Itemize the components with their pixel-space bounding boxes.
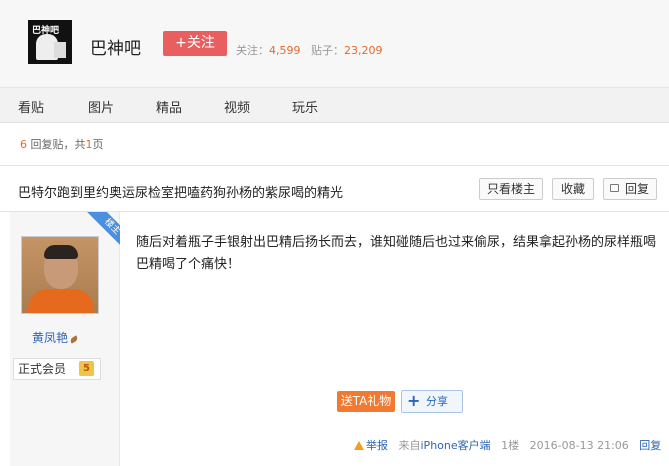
nav-item-posts[interactable]: 看贴 [18,97,44,116]
post-meta: 举报 来自iPhone客户端 1楼 2016-08-13 21:06 回复 [354,437,661,453]
post-count-label: 贴子： [311,44,344,57]
reply-count: 6 [20,138,27,151]
bar-nav: 看贴 图片 精品 视频 玩乐 [0,87,669,123]
warning-icon [354,441,364,450]
client-link[interactable]: iPhone客户端 [421,439,491,452]
avatar-body [28,289,94,313]
post-date: 2016-08-13 21:06 [529,439,629,452]
thread-title: 巴特尔跑到里约奥运尿检室把嗑药狗孙杨的紫尿喝的精光 [18,186,344,201]
reply-button[interactable]: 回复 [603,178,657,200]
forum-header: 巴神吧 巴神吧 +关注 关注：4,599 贴子：23,209 [0,0,669,87]
post-reply-link[interactable]: 回复 [639,439,661,452]
follow-count-label: 关注： [236,44,269,57]
reply-count-text: 回复贴，共 [30,138,86,151]
bar-title[interactable]: 巴神吧 [90,34,141,59]
from-prefix: 来自 [398,439,421,452]
send-gift-button[interactable]: 送TA礼物 [337,391,395,412]
nav-item-featured[interactable]: 精品 [156,97,182,116]
follow-button[interactable]: +关注 [163,31,227,56]
reply-summary: 6 回复贴，共1页 [20,136,104,152]
nav-item-play[interactable]: 玩乐 [292,97,318,116]
author-name-text: 黄凤艳 [31,331,68,345]
post-count: 23,209 [344,44,383,57]
floor-number: 1楼 [501,439,520,452]
reply-icon [610,184,619,192]
op-badge-label: 楼主 [85,212,120,252]
page-suffix: 页 [92,138,104,151]
only-author-button[interactable]: 只看楼主 [479,178,543,200]
avatar-hair [44,245,78,259]
op-corner-badge: 楼主 [80,212,120,252]
post-content: 随后对着瓶子手银射出巴精后扬长而去，谁知碰随后也过来偷尿，结果拿起孙杨的尿样瓶喝… [136,235,657,272]
share-plus-icon: + [407,391,421,410]
page-count: 1 [85,138,93,151]
member-badge: 正式会员 5 [13,358,101,380]
nav-item-videos[interactable]: 视频 [224,97,250,116]
member-label: 正式会员 [18,362,67,376]
bar-logo[interactable]: 巴神吧 [28,20,72,64]
feather-icon [69,335,79,344]
author-name[interactable]: 黄凤艳 [10,329,100,346]
follow-count: 4,599 [269,44,301,57]
thread-bar: 巴特尔跑到里约奥运尿检室把嗑药狗孙杨的紫尿喝的精光 只看楼主 收藏 回复 [0,165,669,212]
bar-stats: 关注：4,599 贴子：23,209 [236,42,383,58]
nav-item-pictures[interactable]: 图片 [88,97,114,116]
report-link[interactable]: 举报 [366,439,388,452]
level-badge: 5 [79,361,94,376]
collect-button[interactable]: 收藏 [552,178,594,200]
share-button[interactable]: + 分享 [401,390,463,413]
share-label: 分享 [426,395,448,408]
logo-figure-part [54,42,66,58]
reply-button-label: 回复 [624,182,649,196]
